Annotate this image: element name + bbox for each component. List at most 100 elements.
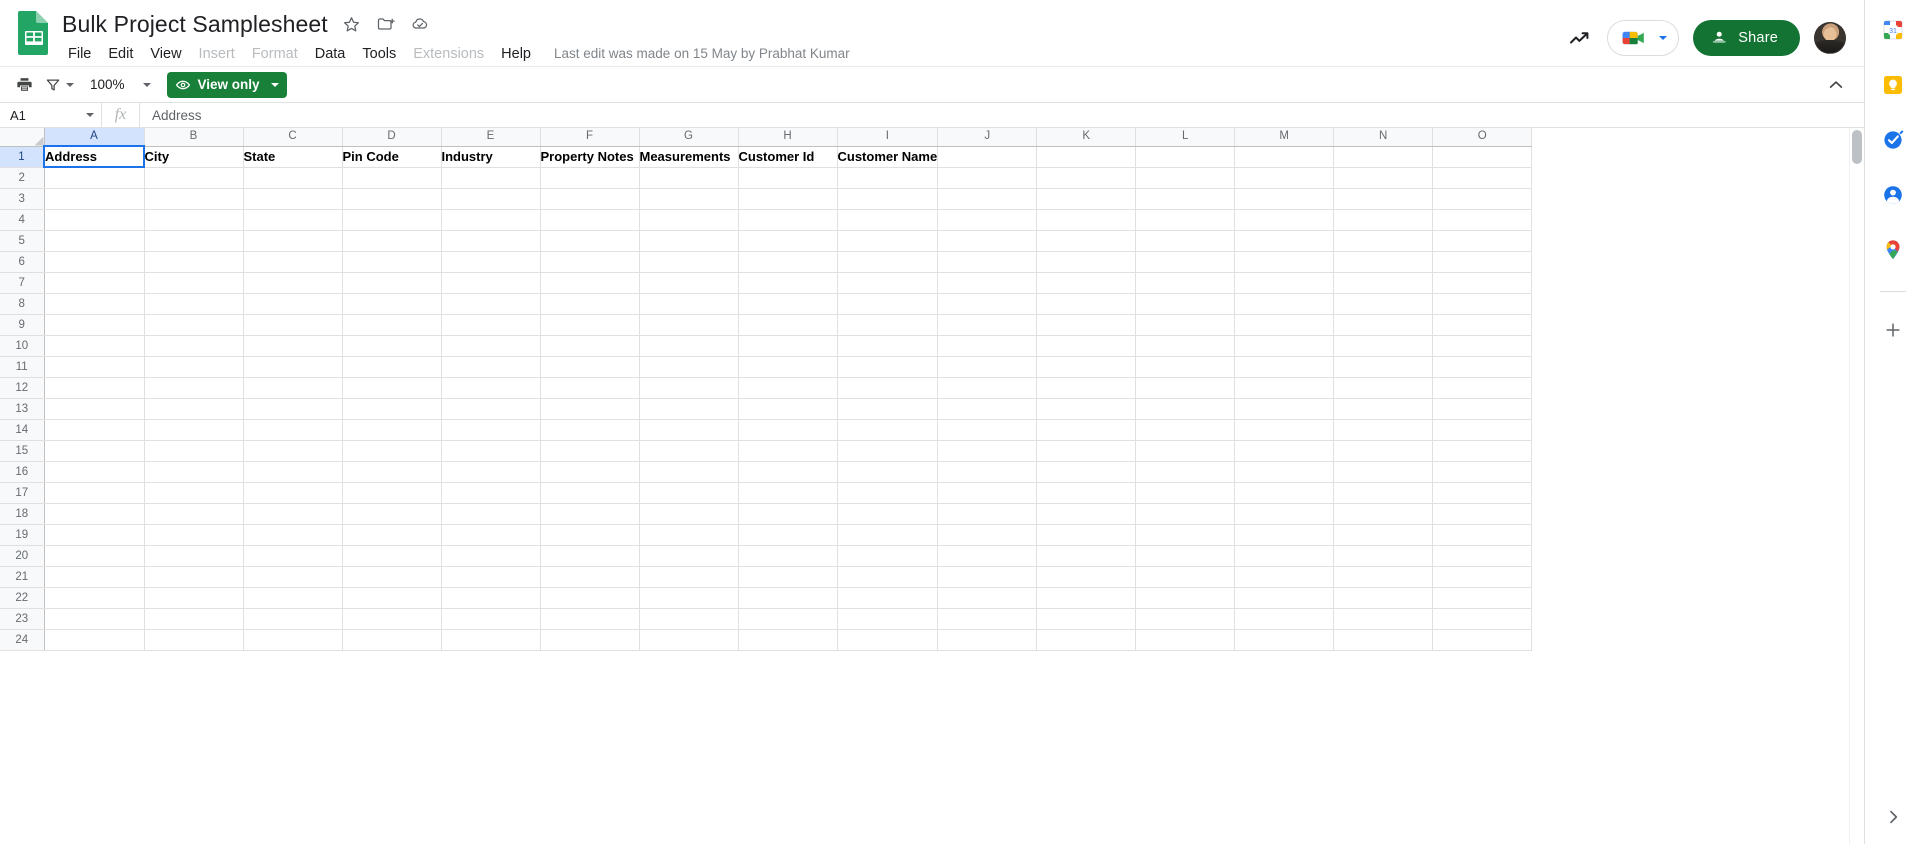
cell-H14[interactable] <box>738 419 838 441</box>
cell-D22[interactable] <box>342 587 442 609</box>
cell-C15[interactable] <box>243 440 343 462</box>
cell-O13[interactable] <box>1432 398 1533 420</box>
cell-G20[interactable] <box>639 545 739 567</box>
cell-J18[interactable] <box>937 503 1038 525</box>
row-header-5[interactable]: 5 <box>0 230 45 252</box>
cell-C12[interactable] <box>243 377 343 399</box>
row-header-3[interactable]: 3 <box>0 188 45 210</box>
cell-L18[interactable] <box>1135 503 1236 525</box>
row-header-8[interactable]: 8 <box>0 293 45 315</box>
cell-A1[interactable]: Address <box>43 145 145 168</box>
cell-E6[interactable] <box>441 251 541 273</box>
cell-D24[interactable] <box>342 629 442 651</box>
cell-K9[interactable] <box>1036 314 1137 336</box>
cell-J4[interactable] <box>937 209 1038 231</box>
cell-F16[interactable] <box>540 461 640 483</box>
cell-C2[interactable] <box>243 167 343 189</box>
row-header-9[interactable]: 9 <box>0 314 45 336</box>
cell-K22[interactable] <box>1036 587 1137 609</box>
cell-L21[interactable] <box>1135 566 1236 588</box>
column-header-g[interactable]: G <box>639 128 739 147</box>
menu-tools[interactable]: Tools <box>354 42 404 66</box>
column-header-m[interactable]: M <box>1234 128 1335 147</box>
cell-L24[interactable] <box>1135 629 1236 651</box>
cell-M3[interactable] <box>1234 188 1335 210</box>
cell-I17[interactable] <box>837 482 939 504</box>
cell-D3[interactable] <box>342 188 442 210</box>
cell-L11[interactable] <box>1135 356 1236 378</box>
cell-H16[interactable] <box>738 461 838 483</box>
cell-K5[interactable] <box>1036 230 1137 252</box>
cell-M14[interactable] <box>1234 419 1335 441</box>
cell-C14[interactable] <box>243 419 343 441</box>
cell-M10[interactable] <box>1234 335 1335 357</box>
row-header-22[interactable]: 22 <box>0 587 45 609</box>
cell-M17[interactable] <box>1234 482 1335 504</box>
cell-L7[interactable] <box>1135 272 1236 294</box>
cell-C13[interactable] <box>243 398 343 420</box>
cell-O8[interactable] <box>1432 293 1533 315</box>
cell-A6[interactable] <box>44 251 145 273</box>
cell-F3[interactable] <box>540 188 640 210</box>
column-header-c[interactable]: C <box>243 128 343 147</box>
cell-B17[interactable] <box>144 482 244 504</box>
cell-A22[interactable] <box>44 587 145 609</box>
cell-O14[interactable] <box>1432 419 1533 441</box>
cell-B23[interactable] <box>144 608 244 630</box>
cell-E15[interactable] <box>441 440 541 462</box>
cell-O17[interactable] <box>1432 482 1533 504</box>
cell-I1[interactable]: Customer Name <box>837 146 939 168</box>
cell-N13[interactable] <box>1333 398 1434 420</box>
cell-D4[interactable] <box>342 209 442 231</box>
cell-A13[interactable] <box>44 398 145 420</box>
cell-K23[interactable] <box>1036 608 1137 630</box>
cell-I16[interactable] <box>837 461 939 483</box>
cell-O6[interactable] <box>1432 251 1533 273</box>
cell-I12[interactable] <box>837 377 939 399</box>
cell-M5[interactable] <box>1234 230 1335 252</box>
move-to-folder-icon[interactable] <box>374 12 398 36</box>
cell-H6[interactable] <box>738 251 838 273</box>
cell-O2[interactable] <box>1432 167 1533 189</box>
cell-G7[interactable] <box>639 272 739 294</box>
cell-M2[interactable] <box>1234 167 1335 189</box>
row-header-10[interactable]: 10 <box>0 335 45 357</box>
cell-L19[interactable] <box>1135 524 1236 546</box>
cell-G24[interactable] <box>639 629 739 651</box>
cell-N3[interactable] <box>1333 188 1434 210</box>
cell-K13[interactable] <box>1036 398 1137 420</box>
cell-B2[interactable] <box>144 167 244 189</box>
cell-B22[interactable] <box>144 587 244 609</box>
cell-F5[interactable] <box>540 230 640 252</box>
cell-F9[interactable] <box>540 314 640 336</box>
cell-C20[interactable] <box>243 545 343 567</box>
cell-O20[interactable] <box>1432 545 1533 567</box>
cell-K6[interactable] <box>1036 251 1137 273</box>
cell-D17[interactable] <box>342 482 442 504</box>
cell-J2[interactable] <box>937 167 1038 189</box>
cell-C11[interactable] <box>243 356 343 378</box>
tasks-icon[interactable] <box>1873 120 1913 160</box>
cell-I14[interactable] <box>837 419 939 441</box>
cell-L13[interactable] <box>1135 398 1236 420</box>
cell-I8[interactable] <box>837 293 939 315</box>
cell-H10[interactable] <box>738 335 838 357</box>
cell-J21[interactable] <box>937 566 1038 588</box>
cell-J23[interactable] <box>937 608 1038 630</box>
cell-J13[interactable] <box>937 398 1038 420</box>
row-header-17[interactable]: 17 <box>0 482 45 504</box>
cell-N12[interactable] <box>1333 377 1434 399</box>
cell-C6[interactable] <box>243 251 343 273</box>
cell-E1[interactable]: Industry <box>441 146 541 168</box>
cell-F20[interactable] <box>540 545 640 567</box>
cell-O19[interactable] <box>1432 524 1533 546</box>
cell-F11[interactable] <box>540 356 640 378</box>
cell-I6[interactable] <box>837 251 939 273</box>
row-header-2[interactable]: 2 <box>0 167 45 189</box>
cell-J10[interactable] <box>937 335 1038 357</box>
column-header-h[interactable]: H <box>738 128 838 147</box>
collapse-toolbar-button[interactable] <box>1822 71 1850 99</box>
cell-L4[interactable] <box>1135 209 1236 231</box>
cell-E9[interactable] <box>441 314 541 336</box>
cell-D16[interactable] <box>342 461 442 483</box>
